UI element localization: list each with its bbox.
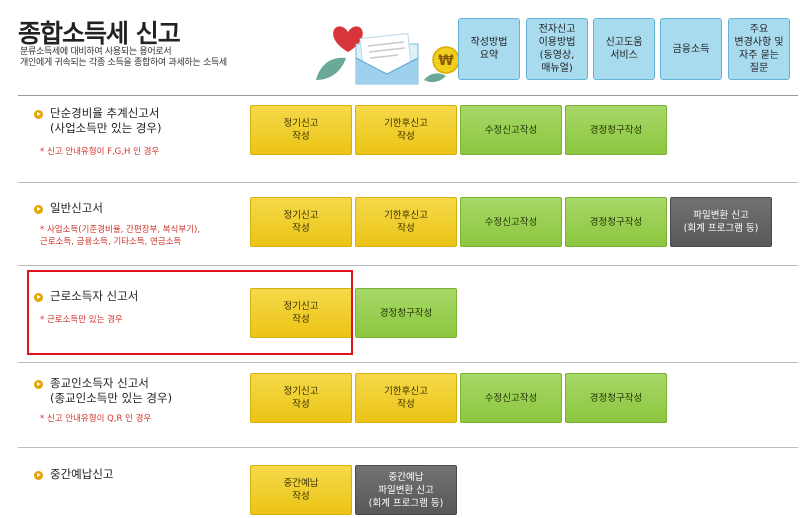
row-note-simple-expense: * 신고 안내유형이 F,G,H 인 경우 xyxy=(40,147,160,157)
row-divider xyxy=(18,265,798,266)
simple-expense-late-filing-button[interactable]: 기한후신고 작성 xyxy=(355,105,457,155)
religious-late-filing-button[interactable]: 기한후신고 작성 xyxy=(355,373,457,423)
simple-expense-amended-filing-button[interactable]: 수정신고작성 xyxy=(460,105,562,155)
nav-financial-income-button[interactable]: 금융소득 xyxy=(660,18,722,80)
bullet-icon xyxy=(34,471,43,480)
general-amended-filing-button[interactable]: 수정신고작성 xyxy=(460,197,562,247)
document-icon xyxy=(355,33,419,85)
header-divider xyxy=(18,95,798,96)
general-file-conversion-button[interactable]: 파일변환 신고 (회계 프로그램 등) xyxy=(670,197,772,247)
nav-writing-guide-button[interactable]: 작성방법 요약 xyxy=(458,18,520,80)
nav-efiling-howto-button[interactable]: 전자신고 이용방법 (동영상, 매뉴얼) xyxy=(526,18,588,80)
subtitle-line-2: 개인에게 귀속되는 각종 소득을 종합하여 과세하는 소득세 xyxy=(20,58,227,68)
general-regular-filing-button[interactable]: 정기신고 작성 xyxy=(250,197,352,247)
row-title-religious-income: 종교인소득자 신고서 (종교인소득만 있는 경우) xyxy=(50,376,173,405)
row-note-general: * 사업소득(기준경비율, 간편장부, 복식부기), 근로소득, 금융소득, 기… xyxy=(40,225,201,247)
religious-refund-claim-button[interactable]: 경정청구작성 xyxy=(565,373,667,423)
general-late-filing-button[interactable]: 기한후신고 작성 xyxy=(355,197,457,247)
tax-illustration: ₩ xyxy=(316,26,460,85)
subtitle-line-1: 분류소득세에 대비하여 사용되는 용어로서 xyxy=(20,47,172,57)
row-title-interim-prepayment: 중간예납신고 xyxy=(50,467,114,481)
nav-filing-help-button[interactable]: 신고도움 서비스 xyxy=(593,18,655,80)
row-note-religious-income: * 신고 안내유형이 Q,R 인 경우 xyxy=(40,414,152,424)
leaf-icon-small xyxy=(424,73,446,83)
svg-text:₩: ₩ xyxy=(438,53,454,69)
row-title-general: 일반신고서 xyxy=(50,201,103,215)
row-divider xyxy=(18,182,798,183)
bullet-icon xyxy=(34,380,43,389)
row-divider xyxy=(18,362,798,363)
general-refund-claim-button[interactable]: 경정청구작성 xyxy=(565,197,667,247)
leaf-icon xyxy=(316,57,346,80)
earned-income-refund-claim-button[interactable]: 경정청구작성 xyxy=(355,288,457,338)
highlight-box xyxy=(27,270,353,355)
won-coin-icon: ₩ xyxy=(432,46,460,74)
bullet-icon xyxy=(34,205,43,214)
interim-prepayment-file-conversion-button[interactable]: 중간예납 파일변환 신고 (회계 프로그램 등) xyxy=(355,465,457,515)
simple-expense-refund-claim-button[interactable]: 경정청구작성 xyxy=(565,105,667,155)
row-title-simple-expense: 단순경비율 추계신고서 (사업소득만 있는 경우) xyxy=(50,106,162,135)
simple-expense-regular-filing-button[interactable]: 정기신고 작성 xyxy=(250,105,352,155)
religious-regular-filing-button[interactable]: 정기신고 작성 xyxy=(250,373,352,423)
row-divider xyxy=(18,447,798,448)
interim-prepayment-filing-button[interactable]: 중간예납 작성 xyxy=(250,465,352,515)
page-title: 종합소득세 신고 xyxy=(18,19,181,48)
religious-amended-filing-button[interactable]: 수정신고작성 xyxy=(460,373,562,423)
bullet-icon xyxy=(34,110,43,119)
nav-faq-button[interactable]: 주요 변경사항 및 자주 묻는 질문 xyxy=(728,18,790,80)
page-subtitle: 분류소득세에 대비하여 사용되는 용어로서 개인에게 귀속되는 각종 소득을 종… xyxy=(20,47,227,69)
